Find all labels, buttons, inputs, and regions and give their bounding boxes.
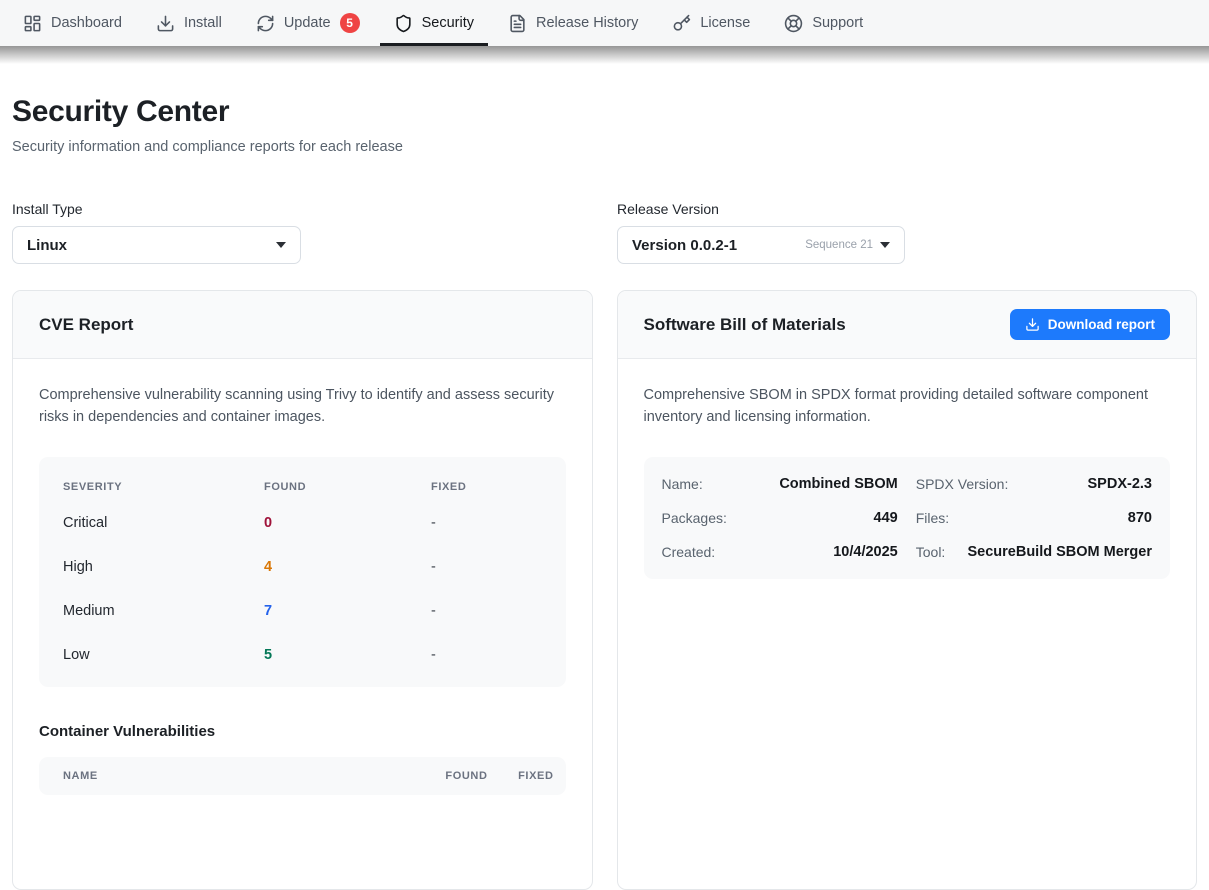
sbom-card-header: Software Bill of Materials Download repo…: [618, 291, 1197, 359]
severity-found-count: 5: [264, 647, 431, 663]
severity-header-severity: SEVERITY: [63, 481, 264, 493]
sbom-card-body: Comprehensive SBOM in SPDX format provid…: [618, 359, 1197, 605]
container-vulnerabilities-title: Container Vulnerabilities: [39, 723, 566, 740]
sbom-detail-created: Created: 10/4/2025: [662, 535, 898, 569]
nav-item-security[interactable]: Security: [380, 0, 488, 46]
nav-item-label: Update: [284, 15, 331, 31]
container-col-name: NAME: [63, 770, 426, 782]
cve-report-card: CVE Report Comprehensive vulnerability s…: [12, 290, 593, 890]
cve-description: Comprehensive vulnerability scanning usi…: [39, 385, 566, 429]
nav-item-label: Release History: [536, 15, 638, 31]
severity-found-count: 7: [264, 603, 431, 619]
cve-card-body: Comprehensive vulnerability scanning usi…: [13, 359, 592, 821]
sbom-detail-tool: Tool: SecureBuild SBOM Merger: [916, 535, 1152, 569]
severity-fixed-count: -: [431, 603, 566, 619]
severity-row-medium: Medium7-: [39, 589, 566, 633]
sbom-detail-label: SPDX Version:: [916, 476, 1009, 492]
sbom-detail-label: Packages:: [662, 510, 727, 526]
filters-row: Install Type Linux Release Version Versi…: [12, 201, 1197, 264]
download-report-label: Download report: [1048, 317, 1155, 332]
severity-row-low: Low5-: [39, 633, 566, 677]
update-count-badge: 5: [340, 13, 360, 33]
cards-row: CVE Report Comprehensive vulnerability s…: [12, 290, 1197, 890]
severity-fixed-count: -: [431, 559, 566, 575]
top-navigation: Dashboard Install Update 5 Security Release H…: [0, 0, 1209, 46]
nav-scroll-shadow: [0, 46, 1209, 64]
cve-card-header: CVE Report: [13, 291, 592, 359]
install-type-filter: Install Type Linux: [12, 201, 301, 264]
key-icon: [672, 14, 691, 33]
severity-fixed-count: -: [431, 515, 566, 531]
container-col-found: FOUND: [426, 770, 488, 782]
sbom-details-grid: Name: Combined SBOM SPDX Version: SPDX-2.3 P…: [644, 457, 1171, 579]
severity-header-found: FOUND: [264, 481, 431, 493]
shield-icon: [394, 14, 413, 33]
sbom-detail-value: 870: [1128, 510, 1152, 526]
nav-item-release-history[interactable]: Release History: [494, 0, 652, 46]
sbom-detail-label: Tool:: [916, 544, 946, 560]
download-icon: [1025, 317, 1040, 332]
cve-card-title: CVE Report: [39, 315, 133, 335]
severity-row-high: High4-: [39, 545, 566, 589]
nav-item-install[interactable]: Install: [142, 0, 236, 46]
file-text-icon: [508, 14, 527, 33]
severity-table-header: SEVERITYFOUNDFIXED: [39, 465, 566, 501]
sbom-detail-label: Files:: [916, 510, 949, 526]
severity-name: High: [63, 559, 264, 575]
severity-table: SEVERITYFOUNDFIXEDCritical0-High4-Medium…: [39, 457, 566, 687]
nav-item-license[interactable]: License: [658, 0, 764, 46]
nav-item-label: Install: [184, 15, 222, 31]
download-icon: [156, 14, 175, 33]
sbom-card-title: Software Bill of Materials: [644, 315, 846, 335]
download-report-button[interactable]: Download report: [1010, 309, 1170, 340]
release-version-select[interactable]: Version 0.0.2-1 Sequence 21: [617, 226, 905, 264]
severity-found-count: 4: [264, 559, 431, 575]
sbom-detail-value: SPDX-2.3: [1088, 476, 1152, 492]
page-subtitle: Security information and compliance repo…: [12, 139, 1197, 155]
dashboard-grid-icon: [23, 14, 42, 33]
nav-item-label: License: [700, 15, 750, 31]
severity-header-fixed: FIXED: [431, 481, 566, 493]
release-version-filter: Release Version Version 0.0.2-1 Sequence…: [617, 201, 905, 264]
severity-name: Critical: [63, 515, 264, 531]
main-content: Security Center Security information and…: [0, 95, 1209, 890]
page-title: Security Center: [12, 95, 1197, 129]
release-version-value: Version 0.0.2-1: [632, 237, 737, 254]
sbom-detail-name: Name: Combined SBOM: [662, 467, 898, 501]
severity-found-count: 0: [264, 515, 431, 531]
nav-item-update[interactable]: Update 5: [242, 0, 374, 46]
severity-row-critical: Critical0-: [39, 501, 566, 545]
install-type-value: Linux: [27, 237, 67, 254]
sbom-detail-files: Files: 870: [916, 501, 1152, 535]
chevron-down-icon: [880, 242, 890, 248]
sbom-detail-value: SecureBuild SBOM Merger: [967, 544, 1152, 560]
sbom-detail-value: 10/4/2025: [833, 544, 898, 560]
nav-item-support[interactable]: Support: [770, 0, 877, 46]
severity-name: Medium: [63, 603, 264, 619]
life-buoy-icon: [784, 14, 803, 33]
severity-name: Low: [63, 647, 264, 663]
install-type-select[interactable]: Linux: [12, 226, 301, 264]
install-type-label: Install Type: [12, 201, 301, 217]
container-col-fixed: FIXED: [488, 770, 554, 782]
sbom-detail-packages: Packages: 449: [662, 501, 898, 535]
nav-item-label: Support: [812, 15, 863, 31]
sbom-description: Comprehensive SBOM in SPDX format provid…: [644, 385, 1171, 429]
severity-fixed-count: -: [431, 647, 566, 663]
sbom-detail-value: 449: [874, 510, 898, 526]
nav-item-dashboard[interactable]: Dashboard: [9, 0, 136, 46]
refresh-icon: [256, 14, 275, 33]
nav-item-label: Security: [422, 15, 474, 31]
nav-item-label: Dashboard: [51, 15, 122, 31]
release-version-label: Release Version: [617, 201, 905, 217]
chevron-down-icon: [276, 242, 286, 248]
sbom-card: Software Bill of Materials Download repo…: [617, 290, 1198, 890]
sbom-detail-value: Combined SBOM: [779, 476, 897, 492]
sbom-detail-label: Created:: [662, 544, 716, 560]
container-vulnerabilities-header: NAME FOUND FIXED: [39, 757, 566, 795]
release-sequence-label: Sequence 21: [805, 239, 873, 251]
sbom-detail-spdx-version: SPDX Version: SPDX-2.3: [916, 467, 1152, 501]
sbom-detail-label: Name:: [662, 476, 703, 492]
